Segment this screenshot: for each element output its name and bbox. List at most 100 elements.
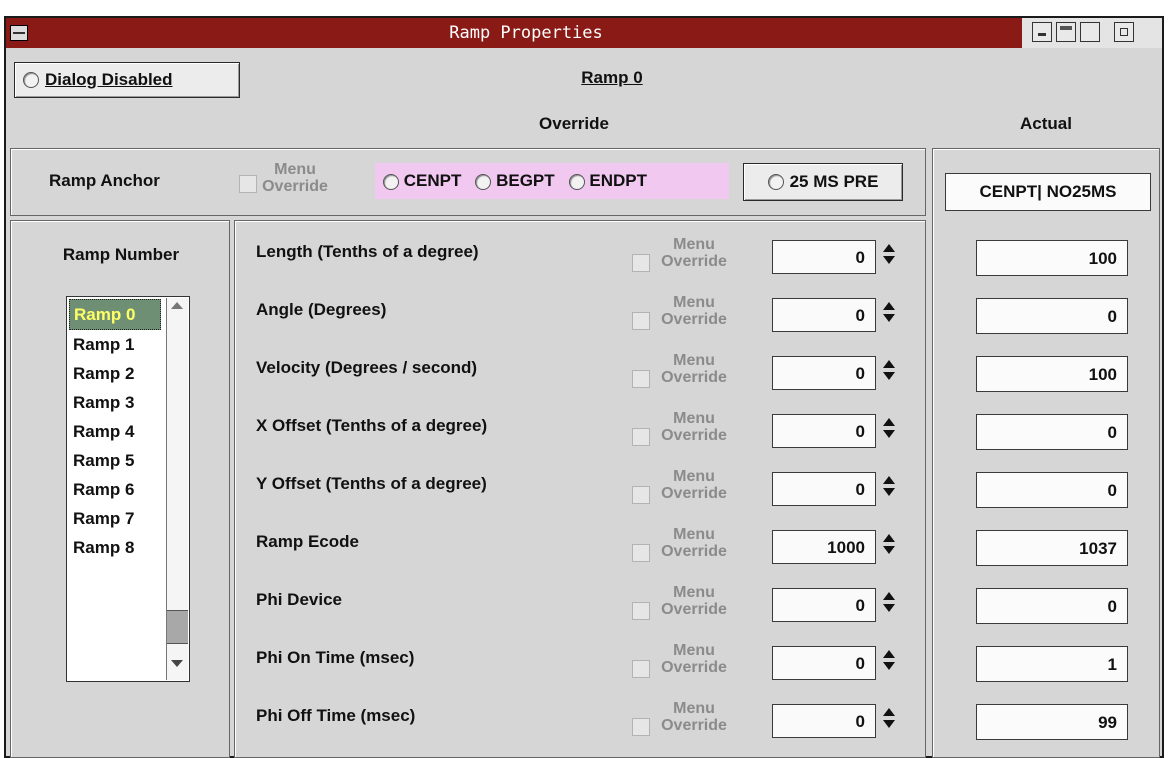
spin-up-icon[interactable] [883, 476, 895, 484]
ramp-list-item[interactable]: Ramp 7 [67, 504, 163, 533]
scroll-down-icon[interactable] [171, 660, 183, 667]
spin-up-icon[interactable] [883, 302, 895, 310]
actual-value-field: 0 [976, 414, 1128, 450]
anchor-actual-value: CENPT| NO25MS [945, 173, 1151, 211]
spin-down-icon[interactable] [883, 256, 895, 264]
menu-override-label: Menu Override [661, 236, 727, 270]
minimize-icon[interactable] [1032, 22, 1052, 42]
param-label: X Offset (Tenths of a degree) [256, 416, 488, 435]
spin-buttons[interactable] [878, 298, 900, 332]
menu-override-label: Menu Override [661, 700, 727, 734]
override-value-field[interactable]: 0 [772, 240, 876, 274]
anchor-option-begpt[interactable]: BEGPT [475, 171, 555, 191]
override-value-field[interactable]: 1000 [772, 530, 876, 564]
spin-buttons[interactable] [878, 704, 900, 738]
menu-override-label: Menu Override [661, 526, 727, 560]
ramp-anchor-panel: Ramp Anchor Menu Override CENPT BEGPT EN… [10, 148, 926, 216]
radio-icon [475, 173, 492, 190]
ramp-anchor-label: Ramp Anchor [49, 171, 160, 190]
spin-down-icon[interactable] [883, 662, 895, 670]
override-value-field[interactable]: 0 [772, 472, 876, 506]
window-controls [1022, 18, 1162, 48]
spin-up-icon[interactable] [883, 244, 895, 252]
window-title: Ramp Properties [449, 23, 603, 43]
spin-down-icon[interactable] [883, 430, 895, 438]
param-label: Y Offset (Tenths of a degree) [256, 474, 487, 493]
menu-override-label: Menu Override [661, 584, 727, 618]
override-value-field[interactable]: 0 [772, 588, 876, 622]
menu-override-label: Menu Override [661, 410, 727, 444]
title-bar[interactable]: Ramp Properties [6, 18, 1162, 48]
radio-icon [568, 173, 585, 190]
spin-up-icon[interactable] [883, 650, 895, 658]
spin-up-icon[interactable] [883, 418, 895, 426]
ramp-list-item[interactable]: Ramp 0 [69, 299, 161, 330]
ramp-list-item[interactable]: Ramp 8 [67, 533, 163, 562]
ramp-title: Ramp 0 [581, 68, 643, 87]
actual-value-field: 100 [976, 240, 1128, 276]
25ms-pre-button[interactable]: 25 MS PRE [743, 163, 903, 201]
ramp-list-items: Ramp 0 Ramp 1 Ramp 2 Ramp 3 Ramp 4 Ramp 5 Ramp… [67, 297, 163, 562]
ramp-list-item[interactable]: Ramp 1 [67, 330, 163, 359]
spin-buttons[interactable] [878, 646, 900, 680]
anchor-options-group: CENPT BEGPT ENDPT [375, 163, 729, 199]
actual-value-field: 0 [976, 298, 1128, 334]
override-header: Override [539, 114, 609, 133]
override-value-field[interactable]: 0 [772, 356, 876, 390]
param-label: Length (Tenths of a degree) [256, 242, 479, 261]
spin-buttons[interactable] [878, 530, 900, 564]
scroll-up-icon[interactable] [171, 302, 183, 309]
radio-icon [23, 72, 39, 88]
override-value-field[interactable]: 0 [772, 298, 876, 332]
hide-icon[interactable] [1056, 22, 1076, 42]
menu-override-label: Menu Override [661, 294, 727, 328]
spin-down-icon[interactable] [883, 546, 895, 554]
ramp-list-item[interactable]: Ramp 3 [67, 388, 163, 417]
actual-value-field: 1 [976, 646, 1128, 682]
actual-value-field: 99 [976, 704, 1128, 740]
actual-value-field: 0 [976, 472, 1128, 508]
override-value-field[interactable]: 0 [772, 414, 876, 448]
spin-buttons[interactable] [878, 472, 900, 506]
spin-down-icon[interactable] [883, 604, 895, 612]
anchor-option-cenpt[interactable]: CENPT [383, 171, 461, 191]
spin-buttons[interactable] [878, 240, 900, 274]
anchor-menu-override-label: Menu Override [262, 161, 328, 195]
override-value-field[interactable]: 0 [772, 704, 876, 738]
spin-up-icon[interactable] [883, 534, 895, 542]
radio-icon [383, 173, 399, 190]
ramp-list-item[interactable]: Ramp 4 [67, 417, 163, 446]
spin-down-icon[interactable] [883, 372, 895, 380]
param-label: Phi On Time (msec) [256, 648, 415, 667]
menu-override-label: Menu Override [661, 642, 727, 676]
maximize-icon[interactable] [1080, 22, 1100, 42]
scroll-thumb[interactable] [167, 610, 188, 644]
dialog-disabled-button[interactable]: Dialog Disabled [14, 62, 240, 98]
menu-override-label: Menu Override [661, 352, 727, 386]
override-value-field[interactable]: 0 [772, 646, 876, 680]
spin-up-icon[interactable] [883, 592, 895, 600]
ramp-list-scrollbar[interactable] [166, 298, 188, 680]
ramp-number-label: Ramp Number [62, 245, 180, 264]
actual-value-field: 0 [976, 588, 1128, 624]
menu-override-label: Menu Override [661, 468, 727, 502]
spin-up-icon[interactable] [883, 360, 895, 368]
ramp-list-item[interactable]: Ramp 2 [67, 359, 163, 388]
spin-buttons[interactable] [878, 588, 900, 622]
ramp-properties-window: Ramp Properties Dialog Disabled Ramp 0 O… [4, 16, 1164, 758]
spin-down-icon[interactable] [883, 488, 895, 496]
anchor-option-endpt[interactable]: ENDPT [568, 171, 647, 191]
ramp-list-item[interactable]: Ramp 6 [67, 475, 163, 504]
param-label: Ramp Ecode [256, 532, 359, 551]
spin-down-icon[interactable] [883, 720, 895, 728]
param-label: Phi Device [256, 590, 342, 609]
spin-buttons[interactable] [878, 356, 900, 390]
restore-icon[interactable] [1114, 22, 1134, 42]
spin-down-icon[interactable] [883, 314, 895, 322]
spin-buttons[interactable] [878, 414, 900, 448]
radio-icon [767, 174, 784, 190]
spin-up-icon[interactable] [883, 708, 895, 716]
param-label: Angle (Degrees) [256, 300, 387, 319]
actual-value-field: 1037 [976, 530, 1128, 566]
ramp-list-item[interactable]: Ramp 5 [67, 446, 163, 475]
